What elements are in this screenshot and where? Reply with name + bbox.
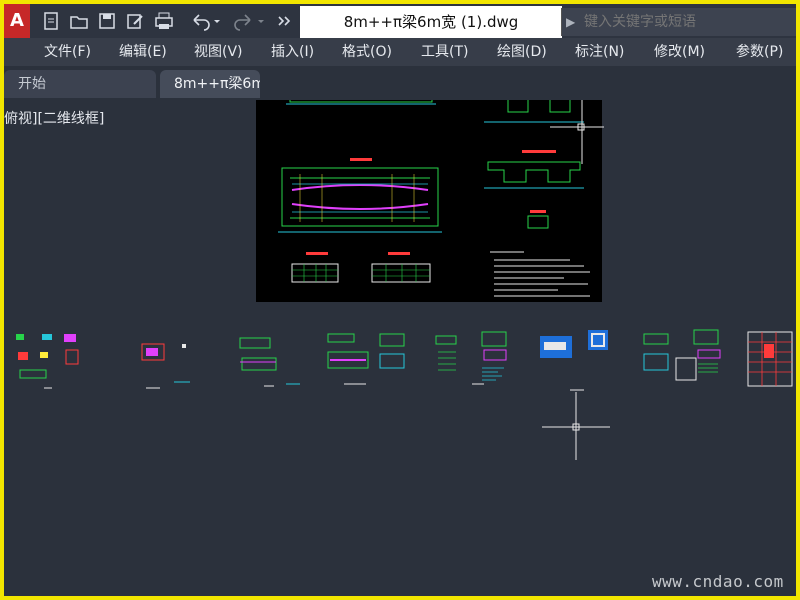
title-bar: A 8m++π梁6m宽 (1).dwg ▶ — [4, 4, 796, 38]
tab-start[interactable]: 开始 — [4, 70, 156, 98]
app-window: A 8m++π梁6m宽 (1).dwg ▶ 文 — [4, 4, 796, 596]
more-icon[interactable] — [274, 10, 294, 32]
menu-edit[interactable]: 编辑(E) — [119, 38, 167, 66]
thumbnail-2 — [141, 343, 190, 389]
menu-file[interactable]: 文件(F) — [44, 38, 91, 66]
menu-dimension[interactable]: 标注(N) — [575, 38, 624, 66]
menu-format[interactable]: 格式(O) — [342, 38, 392, 66]
undo-icon[interactable] — [188, 10, 222, 32]
document-title: 8m++π梁6m宽 (1).dwg — [300, 6, 562, 38]
thumbnail-7 — [643, 329, 721, 381]
cad-drawing — [16, 100, 793, 460]
menu-tools[interactable]: 工具(T) — [421, 38, 468, 66]
search-input[interactable] — [584, 11, 794, 33]
thumbnail-1 — [16, 334, 79, 389]
new-icon[interactable] — [40, 10, 62, 32]
thumbnail-6 — [540, 330, 608, 391]
menu-bar: 文件(F) 编辑(E) 视图(V) 插入(I) 格式(O) 工具(T) 绘图(D… — [4, 38, 796, 66]
app-logo[interactable]: A — [4, 4, 30, 38]
menu-modify[interactable]: 修改(M) — [654, 38, 705, 66]
menu-insert[interactable]: 插入(I) — [271, 38, 314, 66]
cursor-crosshair — [542, 392, 610, 460]
sheet-thumbnails — [16, 329, 793, 391]
thumbnail-8 — [747, 331, 793, 387]
watermark: www.cndao.com — [652, 572, 784, 591]
menu-view[interactable]: 视图(V) — [194, 38, 243, 66]
thumbnail-3 — [239, 337, 300, 387]
search-expand-icon[interactable]: ▶ — [566, 15, 575, 29]
tab-bar: 开始 8m++π梁6m — [4, 66, 796, 100]
saveas-icon[interactable] — [124, 10, 146, 32]
save-icon[interactable] — [96, 10, 118, 32]
print-icon[interactable] — [152, 10, 176, 32]
search-box[interactable]: ▶ — [561, 8, 796, 36]
drawing-viewport[interactable]: 俯视][二维线框] www.cndao.com — [4, 100, 796, 596]
thumbnail-4 — [327, 333, 405, 385]
tab-drawing[interactable]: 8m++π梁6m — [160, 70, 260, 98]
menu-draw[interactable]: 绘图(D) — [497, 38, 547, 66]
thumbnail-5 — [435, 331, 507, 385]
redo-icon[interactable] — [232, 10, 266, 32]
open-icon[interactable] — [68, 10, 90, 32]
menu-parameter[interactable]: 参数(P) — [736, 38, 783, 66]
